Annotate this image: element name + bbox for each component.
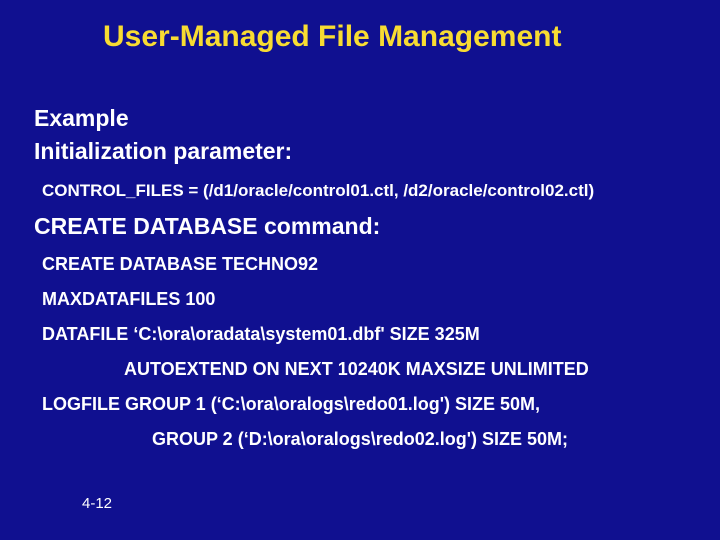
slide: User-Managed File Management Example Ini…	[0, 0, 720, 540]
line-datafile: DATAFILE ‘C:\ora\oradata\system01.dbf' S…	[42, 324, 690, 345]
line-logfile-group2: GROUP 2 (‘D:\ora\oralogs\redo02.log') SI…	[152, 429, 690, 450]
line-maxdatafiles: MAXDATAFILES 100	[42, 289, 690, 310]
section-example: Example	[34, 105, 690, 132]
line-logfile-group1: LOGFILE GROUP 1 (‘C:\ora\oralogs\redo01.…	[42, 394, 690, 415]
slide-title: User-Managed File Management	[103, 20, 561, 54]
section-create-db: CREATE DATABASE command:	[34, 213, 690, 240]
line-control-files: CONTROL_FILES = (/d1/oracle/control01.ct…	[42, 181, 690, 201]
slide-number: 4-12	[82, 495, 112, 512]
section-init-param: Initialization parameter:	[34, 138, 690, 165]
line-autoextend: AUTOEXTEND ON NEXT 10240K MAXSIZE UNLIMI…	[124, 359, 690, 380]
line-create-database: CREATE DATABASE TECHNO92	[42, 254, 690, 275]
slide-body: Example Initialization parameter: CONTRO…	[34, 105, 690, 450]
